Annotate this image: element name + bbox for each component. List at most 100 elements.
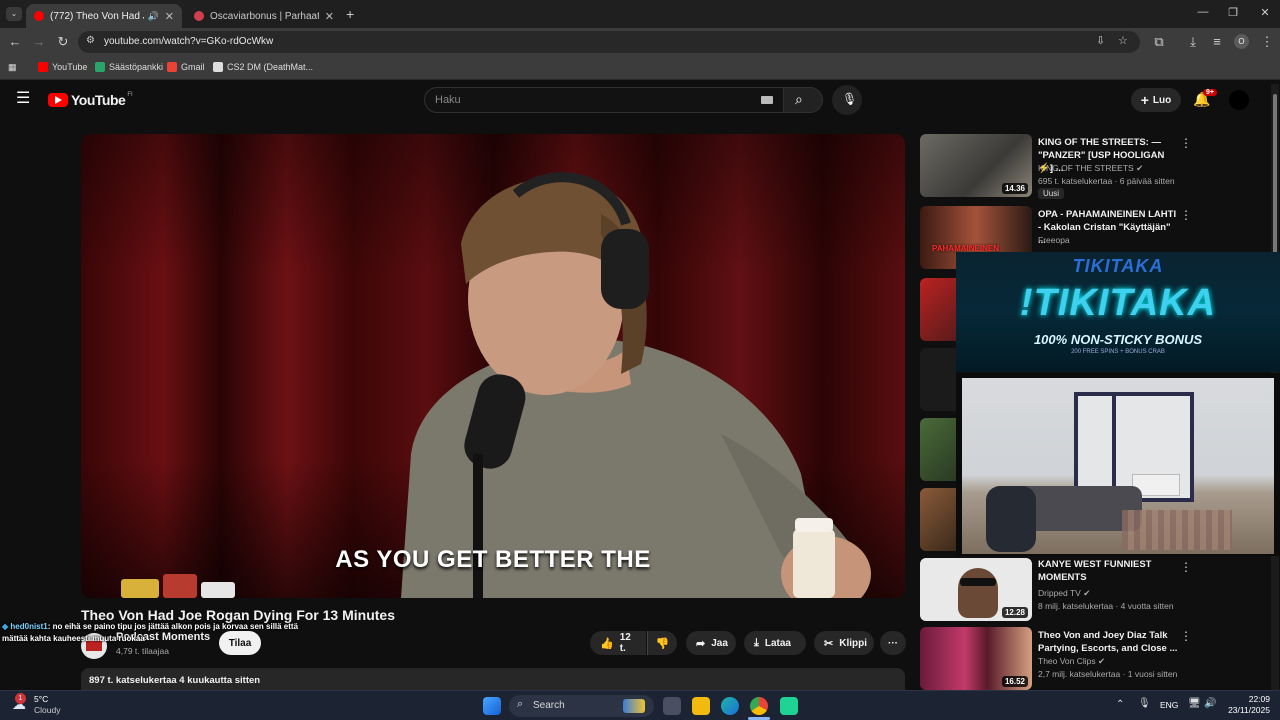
gmail-icon bbox=[167, 62, 177, 72]
show-hidden-icons[interactable]: ⌃ bbox=[1116, 699, 1124, 710]
new-badge: Uusi bbox=[1038, 188, 1065, 199]
scissors-icon: ✂ bbox=[824, 637, 834, 650]
like-count: 12 t. bbox=[619, 632, 631, 654]
weather-alert-badge: 1 bbox=[15, 693, 26, 704]
downloads-icon[interactable]: ⤓ bbox=[1184, 34, 1202, 50]
gaming-chair bbox=[986, 486, 1036, 552]
video-thumbnail[interactable]: 14.36 bbox=[920, 134, 1032, 197]
tab-youtube-video[interactable]: (772) Theo Von Had Joe Ro 🔊 ✕ bbox=[26, 4, 182, 28]
profile-avatar[interactable]: O bbox=[1234, 34, 1249, 49]
rug bbox=[1122, 510, 1232, 550]
video-thumbnail[interactable] bbox=[920, 488, 956, 551]
media-control-icon[interactable]: ≡ bbox=[1208, 34, 1226, 50]
reload-icon[interactable]: ↻ bbox=[54, 34, 72, 50]
keyboard-icon[interactable] bbox=[761, 96, 773, 104]
bookmark-label: CS2 DM (DeathMat... bbox=[227, 62, 314, 72]
new-tab-button[interactable]: + bbox=[346, 6, 354, 22]
windows-taskbar: ☁ 1 5°C Cloudy ⌕ Search ⌃ 🎙 ENG 🖥 🔊 22:0… bbox=[0, 690, 1280, 720]
scrollbar-thumb[interactable] bbox=[1273, 94, 1277, 254]
account-avatar[interactable] bbox=[1229, 90, 1249, 110]
app-icon[interactable] bbox=[780, 697, 798, 715]
file-explorer-icon[interactable] bbox=[692, 697, 710, 715]
rec-channel[interactable]: KING OF THE STREETS ✔ bbox=[1038, 163, 1143, 174]
video-thumbnail[interactable] bbox=[920, 278, 956, 341]
rec-channel[interactable]: Freeopa bbox=[1038, 235, 1070, 245]
tab-oscaviarbonus[interactable]: Oscaviarbonus | Parhaat talletu ✕ bbox=[186, 4, 342, 28]
install-app-icon[interactable]: ⇩ bbox=[1096, 34, 1105, 47]
recommendation-item[interactable]: 14.36 KING OF THE STREETS: — "PANZER" [U… bbox=[920, 134, 1270, 199]
share-button[interactable]: ➦ Jaa bbox=[686, 631, 736, 655]
bookmark-gmail[interactable]: Gmail bbox=[167, 62, 205, 72]
task-view-icon[interactable] bbox=[663, 697, 681, 715]
browser-tab-strip: ⌄ (772) Theo Von Had Joe Ro 🔊 ✕ Oscaviar… bbox=[0, 0, 1280, 28]
rec-channel-name: KING OF THE STREETS bbox=[1038, 163, 1134, 173]
rec-title[interactable]: Theo Von and Joey Diaz Talk Partying, Es… bbox=[1038, 629, 1178, 655]
tab-search-button[interactable]: ⌄ bbox=[6, 7, 22, 21]
like-button[interactable]: 👍 12 t. bbox=[590, 631, 646, 655]
thumbs-down-icon: 👎 bbox=[655, 637, 670, 650]
bookmarks-bar: ▦ YouTube Säästöpankki Gmail CS2 DM (Dea… bbox=[0, 56, 1280, 80]
network-icon[interactable]: 🖥 bbox=[1188, 698, 1201, 709]
clock-date[interactable]: 23/11/2025 bbox=[1220, 705, 1270, 715]
apps-grid-icon[interactable]: ▦ bbox=[8, 62, 17, 73]
bookmark-star-icon[interactable]: ☆ bbox=[1118, 34, 1128, 47]
close-tab-icon[interactable]: ✕ bbox=[165, 10, 174, 23]
close-window-icon[interactable]: ✕ bbox=[1250, 6, 1280, 19]
recommendation-item[interactable]: 12.28 KANYE WEST FUNNIEST MOMENTS Drippe… bbox=[920, 558, 1270, 622]
video-thumbnail[interactable] bbox=[920, 348, 956, 411]
download-button[interactable]: ⤓ Lataa bbox=[744, 631, 806, 655]
recommendation-item[interactable]: 16.52 Theo Von and Joey Diaz Talk Partyi… bbox=[920, 627, 1270, 691]
chrome-menu-icon[interactable]: ⋮ bbox=[1258, 34, 1276, 50]
rec-title[interactable]: KANYE WEST FUNNIEST MOMENTS bbox=[1038, 558, 1178, 584]
extensions-icon[interactable]: ⧉ bbox=[1150, 34, 1168, 50]
rec-channel[interactable]: Theo Von Clips ✔ bbox=[1038, 656, 1105, 667]
video-player[interactable]: AS YOU GET BETTER THE bbox=[81, 134, 905, 598]
search-button[interactable]: ⌕ bbox=[783, 87, 823, 113]
bookmark-saastopankki[interactable]: Säästöpankki bbox=[95, 62, 163, 72]
rec-meta: 2,7 milj. katselukertaa · 1 vuosi sitten bbox=[1038, 669, 1178, 679]
chat-username: hed0nist1 bbox=[10, 622, 48, 631]
site-info-icon[interactable]: ⚙ bbox=[86, 35, 95, 46]
microphone-tray-icon[interactable]: 🎙 bbox=[1138, 698, 1151, 709]
more-options-icon[interactable]: ⋮ bbox=[1180, 560, 1192, 574]
back-icon[interactable]: ← bbox=[6, 34, 24, 50]
youtube-icon bbox=[38, 62, 48, 72]
video-thumbnail[interactable]: 12.28 bbox=[920, 558, 1032, 621]
volume-icon[interactable]: 🔊 bbox=[1204, 698, 1216, 709]
more-options-icon[interactable]: ⋮ bbox=[1180, 136, 1192, 150]
microphone-icon: 🎙 bbox=[842, 92, 858, 106]
bookmark-cs2dm[interactable]: CS2 DM (DeathMat... bbox=[213, 62, 313, 72]
minimize-icon[interactable]: — bbox=[1188, 6, 1218, 18]
clip-button[interactable]: ✂ Klippi bbox=[814, 631, 874, 655]
rec-channel[interactable]: Dripped TV ✔ bbox=[1038, 588, 1090, 599]
bookmark-youtube[interactable]: YouTube bbox=[38, 62, 87, 72]
search-input[interactable]: Haku bbox=[424, 87, 784, 113]
search-icon: ⌕ bbox=[795, 91, 803, 107]
views-and-date: 897 t. katselukertaa 4 kuukautta sitten bbox=[89, 675, 261, 686]
close-tab-icon[interactable]: ✕ bbox=[325, 10, 334, 23]
bank-icon bbox=[95, 62, 105, 72]
create-label: Luo bbox=[1152, 94, 1172, 106]
voice-search-button[interactable]: 🎙 bbox=[832, 85, 862, 115]
more-options-icon[interactable]: ⋮ bbox=[1180, 208, 1192, 222]
language-indicator[interactable]: ENG bbox=[1160, 700, 1178, 710]
speaker-icon[interactable]: 🔊 bbox=[148, 11, 159, 22]
video-thumbnail[interactable]: 16.52 bbox=[920, 627, 1032, 690]
forward-icon[interactable]: → bbox=[30, 34, 48, 50]
more-actions-button[interactable]: ··· bbox=[880, 631, 906, 655]
dislike-button[interactable]: 👎 bbox=[647, 631, 677, 655]
clock-time[interactable]: 22:09 bbox=[1226, 694, 1270, 704]
video-thumbnail[interactable] bbox=[920, 418, 956, 481]
youtube-favicon-icon bbox=[34, 11, 44, 21]
more-options-icon[interactable]: ⋮ bbox=[1180, 629, 1192, 643]
youtube-logo[interactable]: YouTube FI bbox=[48, 92, 133, 108]
taskbar-search[interactable]: ⌕ Search bbox=[509, 695, 654, 717]
edge-icon[interactable] bbox=[721, 697, 739, 715]
address-bar[interactable]: ⚙ youtube.com/watch?v=GKo-rdOcWkw ⇩ ☆ bbox=[78, 31, 1140, 53]
chrome-icon[interactable] bbox=[750, 697, 768, 715]
hamburger-menu-icon[interactable]: ☰ bbox=[16, 91, 30, 107]
create-button[interactable]: + Luo bbox=[1131, 88, 1181, 112]
windows-start-icon[interactable] bbox=[483, 697, 501, 715]
chat-user-icon: ◆ bbox=[2, 622, 9, 631]
restore-icon[interactable]: ❐ bbox=[1218, 6, 1248, 19]
